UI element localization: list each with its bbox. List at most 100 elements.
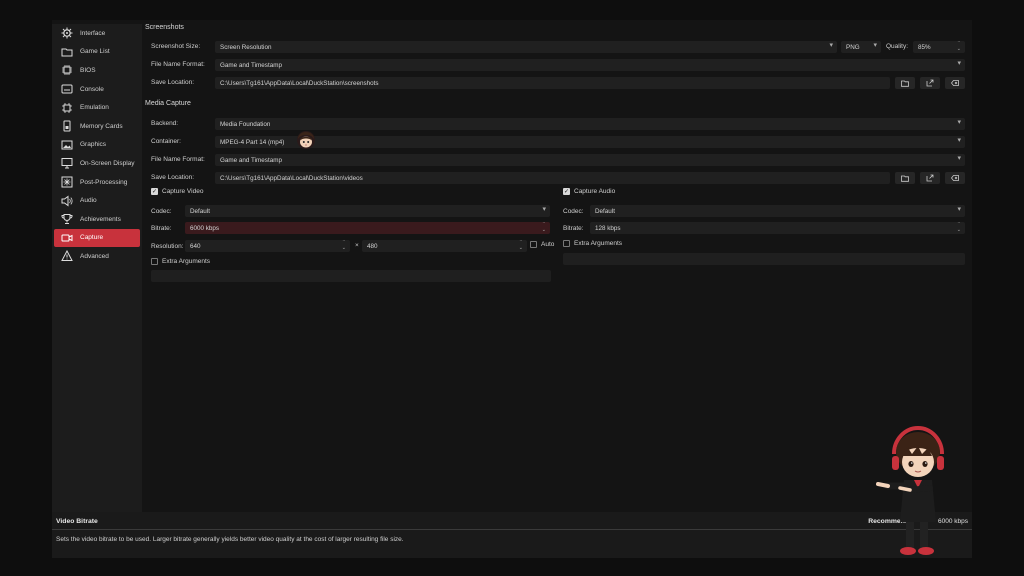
external-link-icon [926, 174, 934, 182]
screenshot-size-label: Screenshot Size: [151, 43, 201, 50]
audio-bitrate-spinbox[interactable]: 128 kbps [590, 222, 965, 234]
audio-extra-arguments-checkbox[interactable]: Extra Arguments [563, 240, 622, 247]
sidebar-item-emulation[interactable]: Emulation [54, 98, 140, 117]
screenshot-filename-label: File Name Format: [151, 61, 205, 68]
unchecked-box-icon [563, 240, 570, 247]
video-width-spinbox[interactable]: 640 [185, 240, 350, 252]
capture-audio-label: Capture Audio [574, 188, 616, 195]
video-extra-arguments-input[interactable] [151, 270, 551, 282]
capture-video-checkbox[interactable]: ✓ Capture Video [151, 188, 203, 195]
sidebar-item-label: Interface [80, 29, 106, 37]
clear-location-button[interactable] [945, 77, 965, 89]
settings-window: Interface Game List BIOS Console Emulati… [52, 20, 972, 558]
audio-extra-arguments-label: Extra Arguments [574, 240, 623, 247]
help-divider [52, 529, 972, 530]
sidebar-item-audio[interactable]: Audio [54, 191, 140, 210]
video-resolution-label: Resolution: [151, 243, 184, 250]
check-icon: ✓ [151, 188, 158, 195]
chip-icon [60, 64, 74, 76]
media-location-input[interactable]: C:\Users\Tg161\AppData\Local\DuckStation… [215, 172, 890, 184]
warning-icon [60, 250, 74, 262]
sidebar-item-bios[interactable]: BIOS [54, 61, 140, 80]
avatar-sticker-icon [297, 131, 315, 149]
auto-label: Auto [541, 241, 555, 248]
folder-icon [901, 80, 909, 87]
capture-video-label: Capture Video [162, 188, 204, 195]
clear-location-button[interactable] [945, 172, 965, 184]
external-link-icon [926, 79, 934, 87]
chip-icon [60, 102, 74, 114]
backspace-icon [951, 175, 959, 181]
sidebar-item-label: Game List [80, 48, 110, 56]
sidebar-item-label: On-Screen Display [80, 159, 135, 167]
quality-spinbox[interactable]: 85% [913, 41, 965, 53]
video-height-spinbox[interactable]: 480 [362, 240, 527, 252]
audio-extra-arguments-input[interactable] [563, 253, 965, 265]
video-codec-label: Codec: [151, 208, 172, 215]
help-title: Video Bitrate [56, 518, 98, 525]
sidebar-item-on-screen-display[interactable]: On-Screen Display [54, 154, 140, 173]
container-label: Container: [151, 138, 181, 145]
sidebar-item-label: Capture [80, 234, 104, 242]
sidebar-item-game-list[interactable]: Game List [54, 43, 140, 62]
memory-card-icon [60, 120, 74, 132]
sidebar-item-label: Emulation [80, 104, 109, 112]
sidebar-item-advanced[interactable]: Advanced [54, 247, 140, 266]
screenshot-location-label: Save Location: [151, 79, 195, 86]
backspace-icon [951, 80, 959, 86]
capture-audio-checkbox[interactable]: ✓ Capture Audio [563, 188, 615, 195]
audio-codec-select[interactable]: Default [590, 205, 965, 217]
sidebar-item-label: Achievements [80, 215, 121, 223]
display-icon [60, 157, 74, 169]
gear-icon [60, 27, 74, 39]
sidebar-item-interface[interactable]: Interface [54, 24, 140, 43]
folder-icon [60, 46, 74, 58]
video-bitrate-label: Bitrate: [151, 225, 172, 232]
screenshots-section-title: Screenshots [145, 24, 184, 31]
image-icon [60, 139, 74, 151]
video-extra-arguments-label: Extra Arguments [162, 258, 211, 265]
media-filename-select[interactable]: Game and Timestamp [215, 154, 965, 166]
sidebar-item-console[interactable]: Console [54, 80, 140, 99]
screenshot-format-select[interactable]: PNG [841, 41, 881, 53]
audio-codec-label: Codec: [563, 208, 584, 215]
browse-folder-button[interactable] [895, 77, 915, 89]
unchecked-box-icon [151, 258, 158, 265]
video-extra-arguments-checkbox[interactable]: Extra Arguments [151, 258, 210, 265]
camera-icon [60, 232, 74, 244]
backend-label: Backend: [151, 120, 179, 127]
sidebar-item-capture[interactable]: Capture [54, 228, 140, 248]
video-codec-select[interactable]: Default [185, 205, 550, 217]
open-folder-button[interactable] [920, 172, 940, 184]
media-filename-label: File Name Format: [151, 156, 205, 163]
help-text: Sets the video bitrate to be used. Large… [56, 536, 404, 543]
open-folder-button[interactable] [920, 77, 940, 89]
sidebar-item-label: Console [80, 85, 104, 93]
video-bitrate-spinbox[interactable]: 6000 kbps [185, 222, 550, 234]
backend-select[interactable]: Media Foundation [215, 118, 965, 130]
folder-icon [901, 175, 909, 182]
setting-description-panel: Video Bitrate Recommend 6000 kbps Sets t… [52, 512, 972, 558]
sidebar-item-graphics[interactable]: Graphics [54, 136, 140, 155]
sidebar-item-label: Advanced [80, 252, 109, 260]
speaker-icon [60, 195, 74, 207]
sidebar-item-label: Memory Cards [80, 122, 123, 130]
screenshot-filename-select[interactable]: Game and Timestamp [215, 59, 965, 71]
console-icon [60, 83, 74, 95]
sidebar-item-memory-cards[interactable]: Memory Cards [54, 117, 140, 136]
screenshot-location-input[interactable]: C:\Users\Tg161\AppData\Local\DuckStation… [215, 77, 890, 89]
sidebar-item-post-processing[interactable]: Post-Processing [54, 173, 140, 192]
quality-label: Quality: [886, 43, 909, 50]
trophy-icon [60, 213, 74, 225]
sidebar-item-achievements[interactable]: Achievements [54, 210, 140, 229]
screenshot-size-select[interactable]: Screen Resolution [215, 41, 837, 53]
mascot-character-icon [876, 426, 944, 555]
audio-bitrate-label: Bitrate: [563, 225, 584, 232]
media-capture-section-title: Media Capture [145, 100, 191, 107]
auto-resolution-checkbox[interactable]: Auto [530, 241, 554, 248]
browse-folder-button[interactable] [895, 172, 915, 184]
container-select[interactable]: MPEG-4 Part 14 (mp4) [215, 136, 965, 148]
media-location-label: Save Location: [151, 174, 195, 181]
sidebar-item-label: BIOS [80, 66, 96, 74]
check-icon: ✓ [563, 188, 570, 195]
